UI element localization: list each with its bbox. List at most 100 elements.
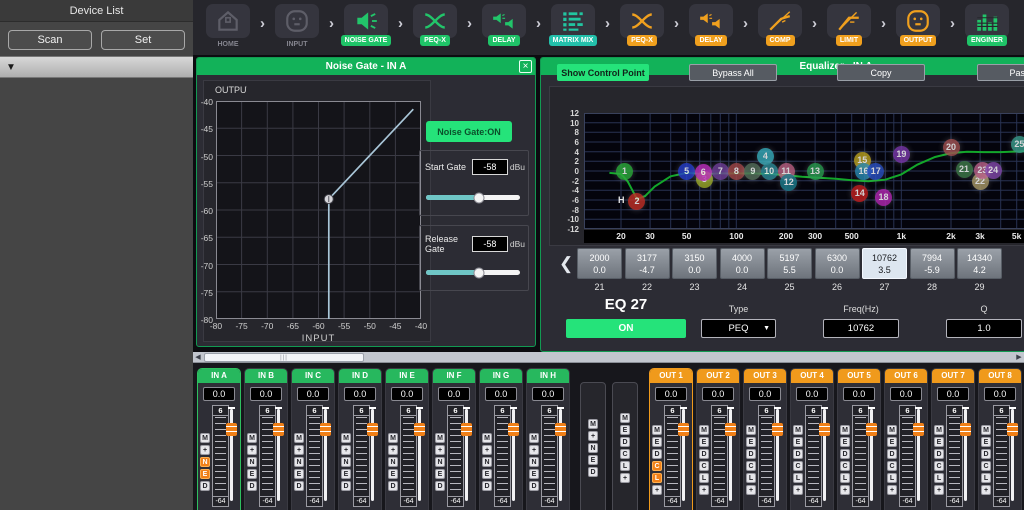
start-gate-value[interactable]: -58 (472, 159, 508, 175)
gain-readout[interactable]: 0.0 (843, 387, 875, 401)
strip-button-d[interactable]: D (247, 481, 257, 491)
gain-readout[interactable]: 0.0 (655, 387, 687, 401)
channel-strip-in-d[interactable]: IN D0.0M+NED6-64 (338, 368, 382, 510)
strip-button-m[interactable]: M (934, 425, 944, 435)
strip-button-c[interactable]: C (887, 461, 897, 471)
strip-button-m[interactable]: M (840, 425, 850, 435)
channel-label[interactable]: IN F (433, 369, 475, 383)
fader-handle[interactable] (1007, 423, 1018, 436)
strip-button-m[interactable]: M (699, 425, 709, 435)
type-dropdown[interactable]: PEQ ▼ (701, 319, 776, 338)
eq-band-21[interactable]: 20000.021 (577, 248, 622, 292)
channel-label[interactable]: OUT 3 (744, 369, 786, 383)
strip-button-l[interactable]: L (746, 473, 756, 483)
strip-button-l[interactable]: L (620, 461, 630, 471)
eq-control-point-21[interactable]: 21 (956, 161, 973, 178)
channel-strip-out-7[interactable]: OUT 70.0MEDCL+6-64 (931, 368, 975, 510)
strip-button-d[interactable]: D (200, 481, 210, 491)
strip-button-d[interactable]: D (341, 481, 351, 491)
eq-band-cell[interactable]: 143404.2 (957, 248, 1002, 279)
toolbar-item-noise-gate[interactable]: NOISE GATE (337, 4, 395, 46)
strip-button-e[interactable]: E (247, 469, 257, 479)
channel-label[interactable]: IN A (198, 369, 240, 383)
freq-input[interactable]: 10762 (823, 319, 899, 338)
eq-band-cell[interactable]: 51975.5 (767, 248, 812, 279)
slider-handle[interactable] (473, 267, 484, 278)
channel-strip-in-b[interactable]: IN B0.0M+NED6-64 (244, 368, 288, 510)
eq-control-point-6[interactable]: 6 (695, 164, 712, 181)
eq-band-cell[interactable]: 7994-5.9 (910, 248, 955, 279)
channel-strip-in-h[interactable]: IN H0.0M+NED6-64 (526, 368, 570, 510)
channel-strip-out-1[interactable]: OUT 10.0MEDCL+6-64 (649, 368, 693, 510)
strip-button-plus[interactable]: + (388, 445, 398, 455)
fader-handle[interactable] (678, 423, 689, 436)
strip-button-e[interactable]: E (840, 437, 850, 447)
strip-button-d[interactable]: D (588, 467, 598, 477)
strip-button-d[interactable]: D (981, 449, 991, 459)
strip-button-c[interactable]: C (746, 461, 756, 471)
eq-control-point-24[interactable]: 24 (985, 162, 1002, 179)
strip-button-n[interactable]: N (200, 457, 210, 467)
strip-button-l[interactable]: L (887, 473, 897, 483)
scroll-right-icon[interactable]: ▶ (1014, 352, 1024, 362)
eq-control-point-9[interactable]: 9 (744, 163, 761, 180)
strip-button-d[interactable]: D (388, 481, 398, 491)
scroll-left-icon[interactable]: ◀ (193, 352, 203, 362)
strip-button-c[interactable]: C (699, 461, 709, 471)
fader-handle[interactable] (555, 423, 566, 436)
strip-button-d[interactable]: D (294, 481, 304, 491)
channel-label[interactable]: OUT 6 (885, 369, 927, 383)
strip-button-d[interactable]: D (652, 449, 662, 459)
strip-button-d[interactable]: D (934, 449, 944, 459)
gain-readout[interactable]: 0.0 (344, 387, 376, 401)
eq-band-29[interactable]: 143404.229 (957, 248, 1002, 292)
eq-control-point-17[interactable]: 17 (867, 163, 884, 180)
channel-strip-out-8[interactable]: OUT 80.0MEDCL+6-64 (978, 368, 1022, 510)
set-button[interactable]: Set (101, 30, 185, 50)
gain-readout[interactable]: 0.0 (203, 387, 235, 401)
strip-button-m[interactable]: M (793, 425, 803, 435)
strip-button-m[interactable]: M (247, 433, 257, 443)
gain-readout[interactable]: 0.0 (984, 387, 1016, 401)
strip-button-plus[interactable]: + (200, 445, 210, 455)
strip-button-m[interactable]: M (620, 413, 630, 423)
eq-control-point-5[interactable]: 5 (678, 163, 695, 180)
toolbar-item-comp[interactable]: COMP (751, 4, 809, 46)
device-list-expander[interactable]: ▼ (0, 56, 193, 78)
eq-control-point-20[interactable]: 20 (943, 139, 960, 156)
toolbar-item-limit[interactable]: LIMIT (820, 4, 878, 46)
channel-strip-in-c[interactable]: IN C0.0M+NED6-64 (291, 368, 335, 510)
eq-control-point-19[interactable]: 19 (893, 146, 910, 163)
strip-button-m[interactable]: M (746, 425, 756, 435)
eq-band-25[interactable]: 51975.525 (767, 248, 812, 292)
channel-strip-out-3[interactable]: OUT 30.0MEDCL+6-64 (743, 368, 787, 510)
gain-readout[interactable]: 0.0 (485, 387, 517, 401)
strip-button-d[interactable]: D (887, 449, 897, 459)
strip-button-d[interactable]: D (435, 481, 445, 491)
strip-button-m[interactable]: M (981, 425, 991, 435)
strip-button-e[interactable]: E (887, 437, 897, 447)
fader-handle[interactable] (866, 423, 877, 436)
strip-button-plus[interactable]: + (620, 473, 630, 483)
strip-button-plus[interactable]: + (793, 485, 803, 495)
channel-label[interactable]: OUT 4 (791, 369, 833, 383)
gain-readout[interactable]: 0.0 (890, 387, 922, 401)
channel-strip-out-2[interactable]: OUT 20.0MEDCL+6-64 (696, 368, 740, 510)
strip-button-e[interactable]: E (981, 437, 991, 447)
strip-button-m[interactable]: M (435, 433, 445, 443)
eq-band-27[interactable]: 107623.527 (862, 248, 907, 292)
bypass-all-button[interactable]: Bypass All (689, 64, 777, 81)
q-input[interactable]: 1.0 (946, 319, 1022, 338)
gain-readout[interactable]: 0.0 (937, 387, 969, 401)
strip-button-e[interactable]: E (294, 469, 304, 479)
fader-handle[interactable] (725, 423, 736, 436)
strip-button-plus[interactable]: + (652, 485, 662, 495)
fader-handle[interactable] (320, 423, 331, 436)
eq-band-cell[interactable]: 107623.5 (862, 248, 907, 279)
eq-band-23[interactable]: 31500.023 (672, 248, 717, 292)
slider-handle[interactable] (473, 192, 484, 203)
strip-button-n[interactable]: N (247, 457, 257, 467)
strip-button-m[interactable]: M (200, 433, 210, 443)
strip-button-n[interactable]: N (435, 457, 445, 467)
channel-label[interactable]: IN C (292, 369, 334, 383)
